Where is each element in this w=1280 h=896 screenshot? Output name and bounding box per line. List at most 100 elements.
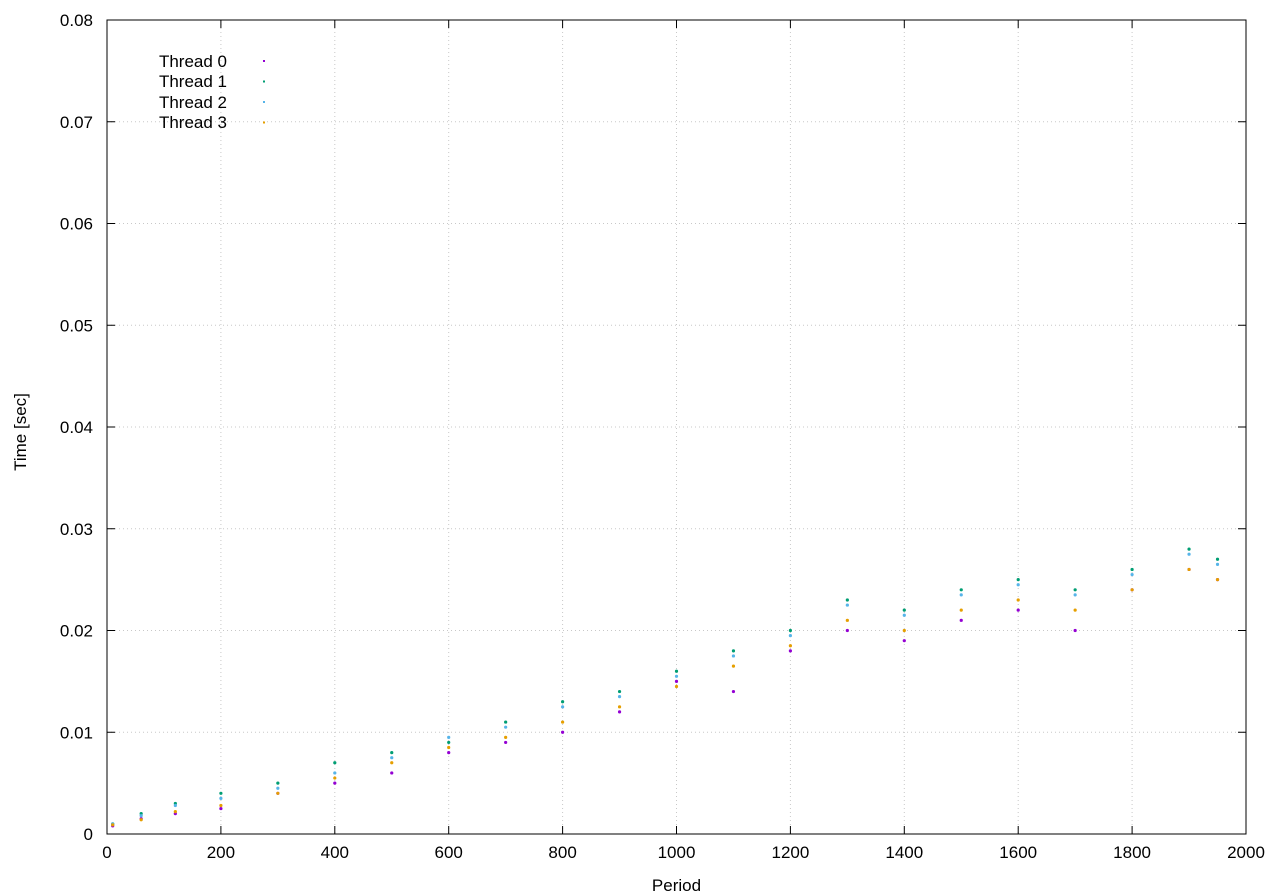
data-point: [617, 689, 622, 694]
y-tick-labels: 0 0.01 0.02 0.03 0.04 0.05 0.06 0.07 0.08: [60, 11, 93, 844]
data-point: [731, 689, 736, 694]
legend: Thread 0 Thread 1 Thread 2 Thread 3: [159, 52, 265, 132]
data-point: [902, 613, 906, 617]
legend-swatch: [263, 80, 265, 83]
data-point: [902, 628, 906, 633]
legend-swatch: [263, 101, 265, 103]
data-point: [139, 814, 143, 818]
data-point: [1016, 578, 1020, 582]
data-point: [219, 791, 223, 795]
data-point: [504, 740, 508, 745]
y-tick-label: 0.03: [60, 520, 93, 539]
data-point: [561, 700, 565, 704]
data-point: [139, 818, 143, 822]
data-point: [1016, 608, 1020, 612]
data-point: [845, 603, 849, 607]
data-point: [902, 639, 906, 643]
data-points: [111, 547, 1220, 828]
data-point: [788, 628, 793, 633]
y-tick-label: 0.05: [60, 316, 93, 335]
data-point: [1130, 572, 1134, 577]
legend-label-thread-1: Thread 1: [159, 72, 227, 91]
data-point: [959, 608, 963, 612]
y-axis-label: Time [sec]: [11, 393, 30, 471]
data-point: [504, 720, 508, 724]
data-point: [617, 705, 622, 709]
data-point: [674, 679, 679, 683]
data-point: [845, 598, 849, 602]
data-point: [1130, 588, 1134, 592]
data-point: [959, 593, 963, 597]
data-point: [1215, 557, 1220, 561]
data-point: [959, 618, 963, 622]
data-point: [390, 751, 394, 755]
legend-label-thread-2: Thread 2: [159, 93, 227, 112]
data-point: [1215, 578, 1220, 582]
data-point: [959, 588, 963, 592]
legend-label-thread-0: Thread 0: [159, 52, 227, 71]
data-point: [390, 756, 394, 760]
data-point: [845, 618, 849, 622]
data-point: [276, 781, 280, 785]
data-point: [447, 735, 451, 739]
y-tick-label: 0.08: [60, 11, 93, 30]
x-tick-label: 400: [321, 843, 349, 862]
data-point: [173, 810, 177, 814]
y-tick-label: 0.02: [60, 622, 93, 641]
scatter-chart: 0 200 400 600 800 1000 1200 1400 1600 1800 2000 00…: [11, 11, 1265, 895]
data-point: [111, 823, 115, 827]
data-point: [617, 710, 622, 714]
data-point: [1016, 598, 1020, 602]
data-point: [731, 664, 736, 668]
data-point: [674, 674, 679, 678]
data-point: [561, 720, 565, 724]
data-point: [845, 628, 849, 633]
data-point: [561, 705, 565, 709]
data-point: [788, 649, 793, 653]
data-point: [333, 781, 337, 785]
data-point: [333, 776, 337, 780]
data-point: [1130, 567, 1134, 572]
data-point: [390, 761, 394, 765]
x-tick-label: 1200: [771, 843, 809, 862]
data-point: [1187, 552, 1191, 556]
data-point: [731, 654, 736, 658]
data-point: [504, 735, 508, 739]
y-tick-label: 0.06: [60, 215, 93, 234]
data-point: [1073, 628, 1077, 633]
data-point: [674, 669, 679, 673]
data-point: [333, 771, 337, 775]
data-point: [1016, 583, 1020, 587]
x-tick-label: 800: [548, 843, 576, 862]
data-point: [1187, 567, 1191, 572]
data-point: [447, 740, 451, 745]
x-tick-label: 1000: [658, 843, 696, 862]
grid: [107, 20, 1246, 834]
data-point: [674, 684, 679, 689]
x-tick-label: 200: [207, 843, 235, 862]
y-tick-label: 0: [84, 825, 93, 844]
data-point: [1073, 608, 1077, 612]
legend-swatch: [263, 60, 265, 62]
legend-label-thread-3: Thread 3: [159, 113, 227, 132]
y-tick-label: 0.07: [60, 113, 93, 132]
x-tick-label: 1800: [1113, 843, 1151, 862]
x-axis-label: Period: [652, 876, 701, 895]
data-point: [561, 730, 565, 734]
data-point: [219, 803, 223, 808]
x-tick-label: 2000: [1227, 843, 1265, 862]
data-point: [1187, 547, 1191, 551]
data-point: [333, 761, 337, 765]
data-point: [1073, 588, 1077, 592]
x-tick-label: 1600: [999, 843, 1037, 862]
y-tick-label: 0.01: [60, 723, 93, 742]
legend-swatch: [263, 121, 265, 124]
data-point: [447, 745, 451, 750]
x-tick-label: 1400: [885, 843, 923, 862]
data-point: [219, 806, 223, 811]
data-point: [731, 649, 736, 653]
data-point: [617, 695, 622, 699]
data-point: [1073, 593, 1077, 597]
data-point: [902, 608, 906, 612]
data-point: [447, 751, 451, 755]
